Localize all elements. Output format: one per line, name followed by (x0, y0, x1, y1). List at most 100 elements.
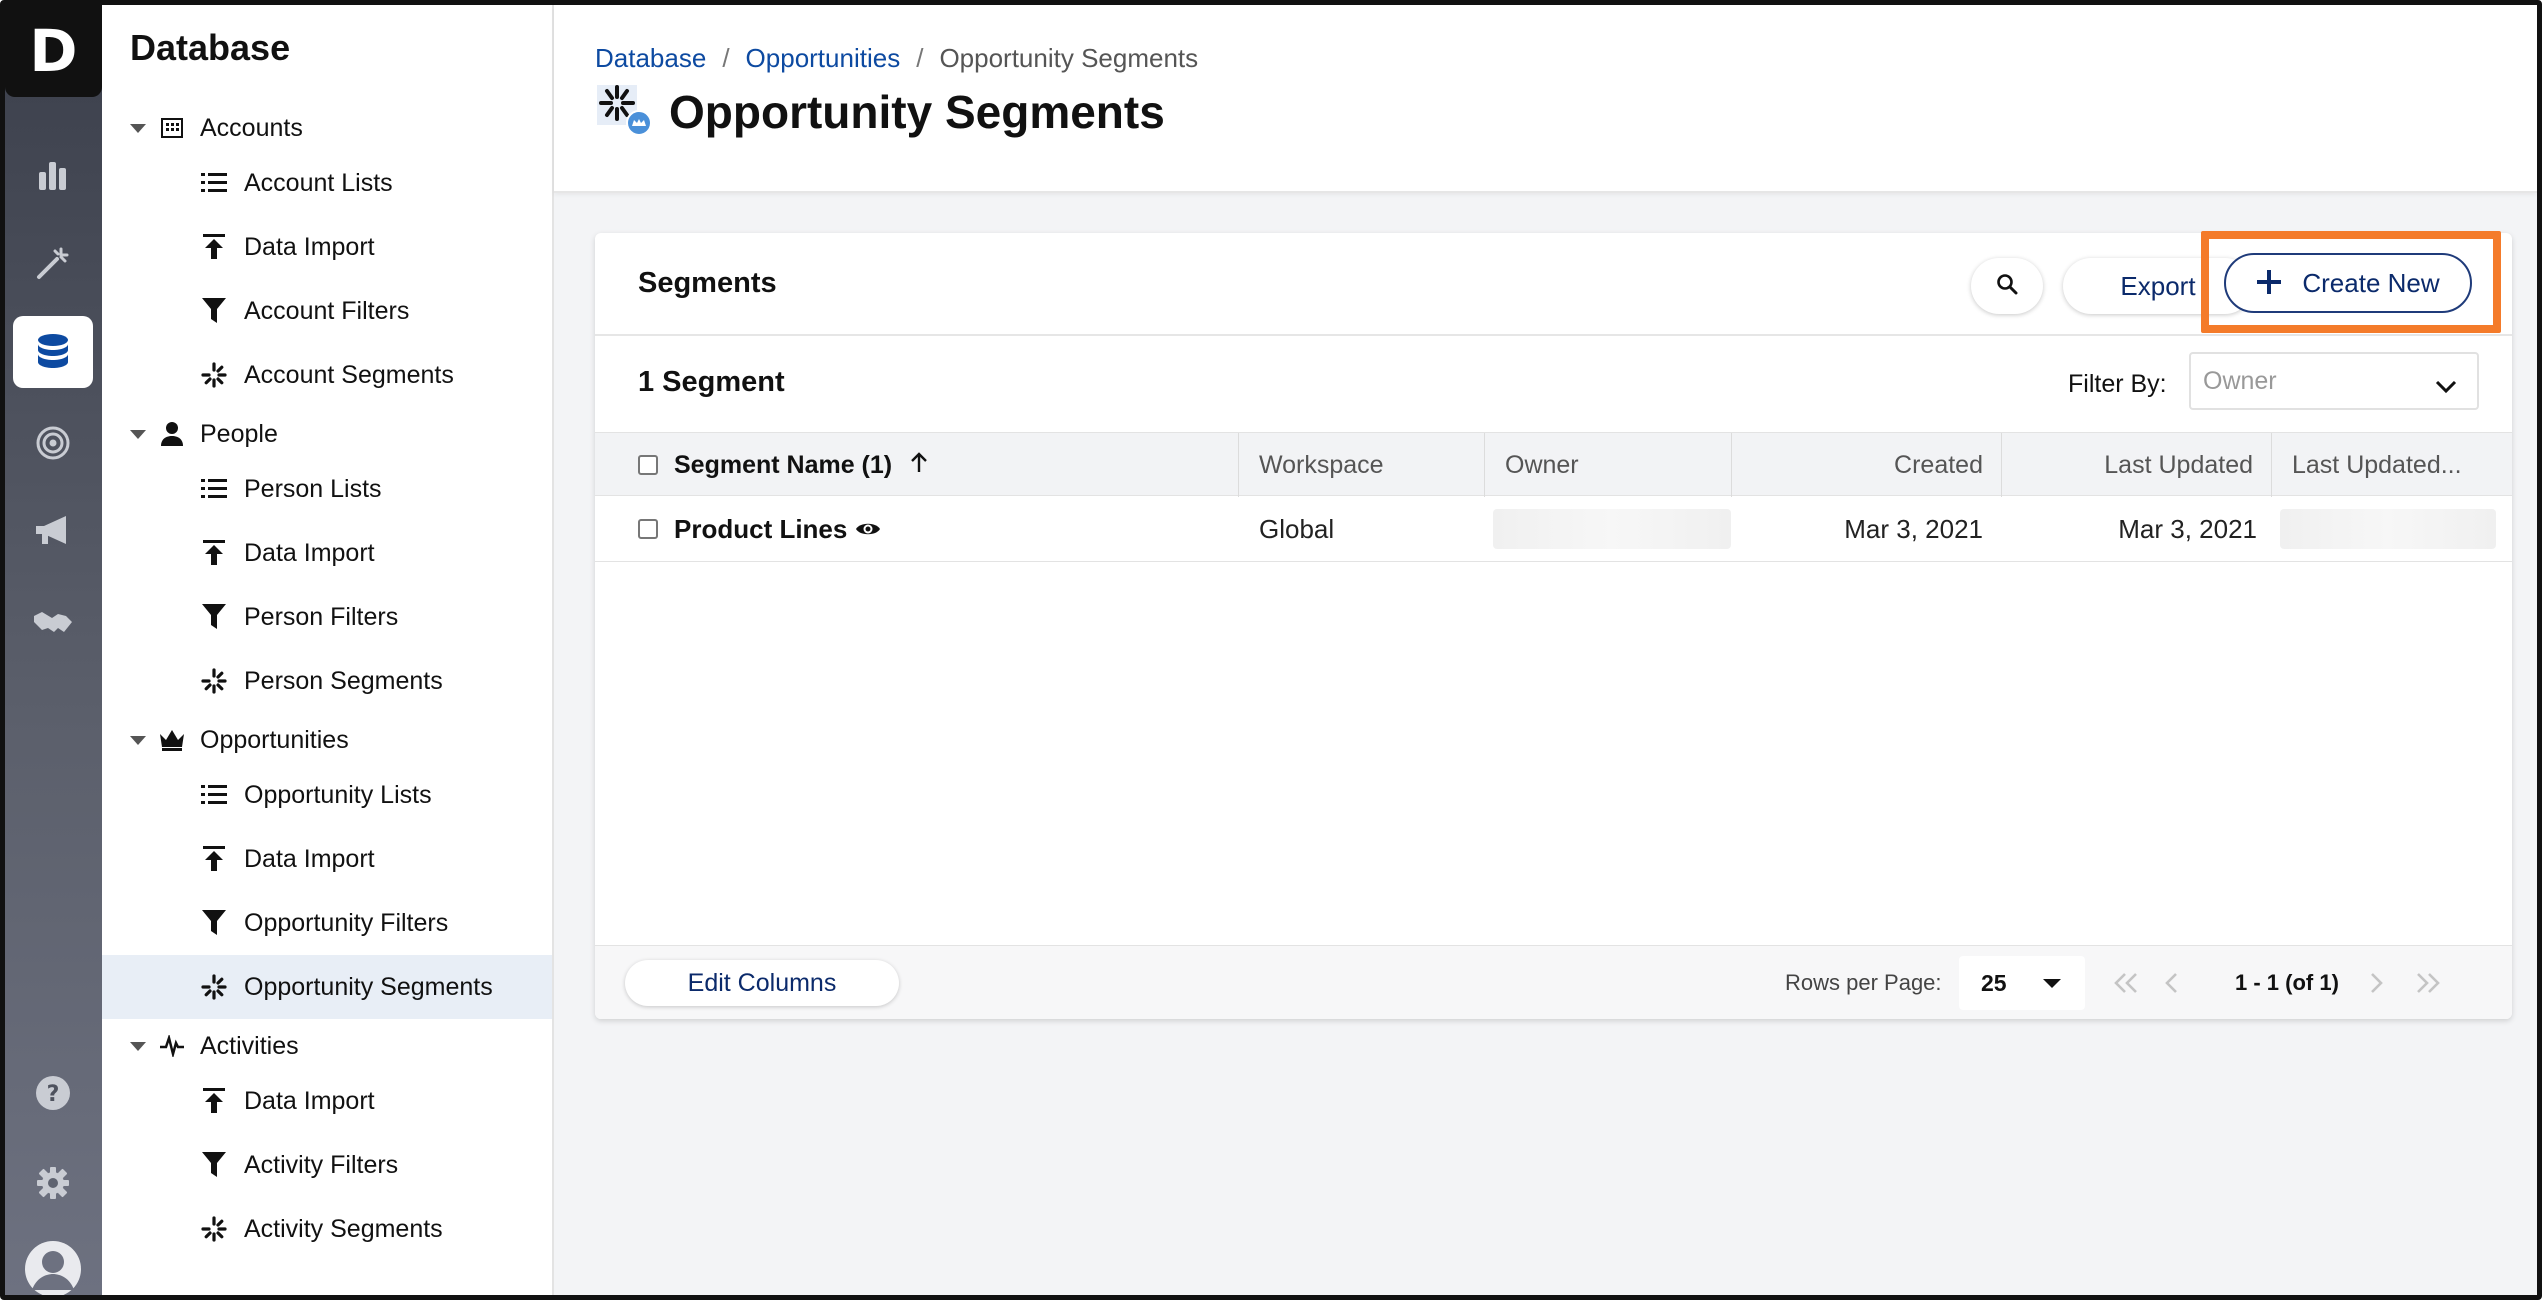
created-cell: Mar 3, 2021 (1844, 513, 1983, 544)
previous-page-icon[interactable] (2163, 960, 2181, 1006)
breadcrumb-database[interactable]: Database (595, 43, 706, 74)
building-icon (158, 114, 186, 142)
plus-icon (2256, 265, 2282, 301)
tree-group-header-opportunities[interactable]: Opportunities (102, 717, 552, 763)
list-icon (200, 475, 228, 503)
filter-icon (200, 603, 228, 631)
last-page-icon[interactable] (2413, 960, 2443, 1006)
owner-filter-select[interactable]: Owner (2189, 352, 2479, 410)
sidebar-item-label: Opportunity Filters (244, 908, 449, 937)
breadcrumb-separator: / (722, 43, 730, 73)
page-title-row: Opportunity Segments (595, 81, 1165, 142)
table-row[interactable]: Product Lines Global Mar 3, 2021 Mar 3, … (595, 496, 2512, 562)
sidebar-item-opportunity-lists[interactable]: Opportunity Lists (102, 763, 552, 827)
logo-letter: D (29, 17, 78, 85)
megaphone-icon[interactable] (13, 495, 93, 567)
search-button[interactable] (1971, 258, 2043, 314)
sidebar-item-account-segments[interactable]: Account Segments (102, 343, 552, 407)
select-all-checkbox[interactable] (638, 433, 658, 497)
caret-down-icon[interactable] (130, 123, 146, 133)
sidebar-item-label: Account Segments (244, 360, 454, 389)
first-page-icon[interactable] (2111, 960, 2141, 1006)
tree-group-header-accounts[interactable]: Accounts (102, 105, 552, 151)
tree-group-header-activities[interactable]: Activities (102, 1023, 552, 1069)
sort-ascending-icon[interactable] (910, 451, 928, 480)
column-header-owner[interactable]: Owner (1505, 433, 1579, 497)
help-icon[interactable]: ? (13, 1057, 93, 1129)
breadcrumb-opportunities[interactable]: Opportunities (746, 43, 901, 74)
sidebar-item-activity-filters[interactable]: Activity Filters (102, 1133, 552, 1197)
edit-columns-button[interactable]: Edit Columns (625, 960, 899, 1006)
next-page-icon[interactable] (2367, 960, 2385, 1006)
column-header-segment-name[interactable]: Segment Name (1) (674, 433, 928, 497)
search-icon (1996, 273, 2018, 300)
sidebar-item-person-lists[interactable]: Person Lists (102, 457, 552, 521)
column-header-last-updated[interactable]: Last Updated (2015, 433, 2253, 497)
filter-by-label: Filter By: (2068, 370, 2167, 398)
column-divider (1238, 433, 1239, 497)
caret-down-icon (2043, 979, 2061, 988)
breadcrumb: Database / Opportunities / Opportunity S… (595, 43, 1198, 74)
sidebar-item-label: Data Import (244, 844, 375, 873)
segment-name[interactable]: Product Lines (674, 514, 847, 545)
database-icon[interactable] (13, 316, 93, 388)
sidebar-item-account-filters[interactable]: Account Filters (102, 279, 552, 343)
crown-icon (158, 726, 186, 754)
sidebar-item-activity-segments[interactable]: Activity Segments (102, 1197, 552, 1261)
sidebar-item-label: Data Import (244, 538, 375, 567)
owner-filter-placeholder: Owner (2203, 366, 2277, 395)
sidebar-item-person-filters[interactable]: Person Filters (102, 585, 552, 649)
page-title: Opportunity Segments (669, 85, 1165, 138)
magic-wand-icon[interactable] (13, 227, 93, 299)
column-label: Segment Name (1) (674, 450, 893, 479)
sidebar-item-person-data-import[interactable]: Data Import (102, 521, 552, 585)
sidebar-item-account-lists[interactable]: Account Lists (102, 151, 552, 215)
upload-icon (200, 845, 228, 873)
sidebar-item-opportunity-data-import[interactable]: Data Import (102, 827, 552, 891)
sidebar-item-person-segments[interactable]: Person Segments (102, 649, 552, 713)
target-icon[interactable] (13, 407, 93, 479)
column-header-created[interactable]: Created (1745, 433, 1983, 497)
breadcrumb-separator: / (916, 43, 924, 73)
count-filter-row: 1 Segment Filter By: Owner (595, 336, 2512, 432)
sidebar-title: Database (130, 27, 291, 68)
sidebar-item-label: Opportunity Segments (244, 972, 493, 1001)
tree-group-people: People Person Lists Data Import Person F… (102, 411, 552, 713)
table-header: Segment Name (1) Workspace Owner Created… (595, 432, 2512, 497)
sidebar-item-label: Data Import (244, 232, 375, 261)
sidebar-item-opportunity-filters[interactable]: Opportunity Filters (102, 891, 552, 955)
segment-name-cell[interactable]: Product Lines (674, 496, 881, 562)
caret-down-icon[interactable] (130, 735, 146, 745)
sidebar-item-label: Account Filters (244, 296, 410, 325)
sidebar-item-account-data-import[interactable]: Data Import (102, 215, 552, 279)
rows-per-page-select[interactable]: 25 (1959, 956, 2085, 1010)
row-checkbox[interactable] (638, 496, 658, 562)
column-header-last-updated-by[interactable]: Last Updated... (2292, 433, 2462, 497)
column-divider (1731, 433, 1732, 497)
page-info: 1 - 1 (of 1) (2235, 970, 2339, 995)
sidebar-item-activity-data-import[interactable]: Data Import (102, 1069, 552, 1133)
tree-group-label: Activities (200, 1031, 299, 1060)
avatar-icon[interactable] (13, 1233, 93, 1295)
column-header-workspace[interactable]: Workspace (1259, 433, 1384, 497)
segments-icon (200, 973, 228, 1001)
sidebar-item-label: Person Lists (244, 474, 382, 503)
gear-icon[interactable] (13, 1147, 93, 1219)
caret-down-icon[interactable] (130, 1041, 146, 1051)
tree-group-opportunities: Opportunities Opportunity Lists Data Imp… (102, 717, 552, 1019)
sidebar-item-opportunity-segments[interactable]: Opportunity Segments (102, 955, 552, 1019)
create-new-button[interactable]: Create New (2224, 253, 2472, 313)
sidebar-item-label: Activity Filters (244, 1150, 399, 1179)
sidebar-item-label: Opportunity Lists (244, 780, 432, 809)
database-sidebar: Database Accounts Account Lists Data Imp… (102, 5, 554, 1295)
app-logo[interactable]: D (5, 5, 102, 97)
sidebar-item-label: Data Import (244, 1086, 375, 1115)
caret-down-icon[interactable] (130, 429, 146, 439)
filter-icon (200, 909, 228, 937)
handshake-icon[interactable] (13, 587, 93, 659)
tree-group-label: Accounts (200, 113, 303, 142)
page-header: Database / Opportunities / Opportunity S… (554, 5, 2537, 193)
analytics-icon[interactable] (13, 139, 93, 211)
tree-group-header-people[interactable]: People (102, 411, 552, 457)
column-divider (2001, 433, 2002, 497)
